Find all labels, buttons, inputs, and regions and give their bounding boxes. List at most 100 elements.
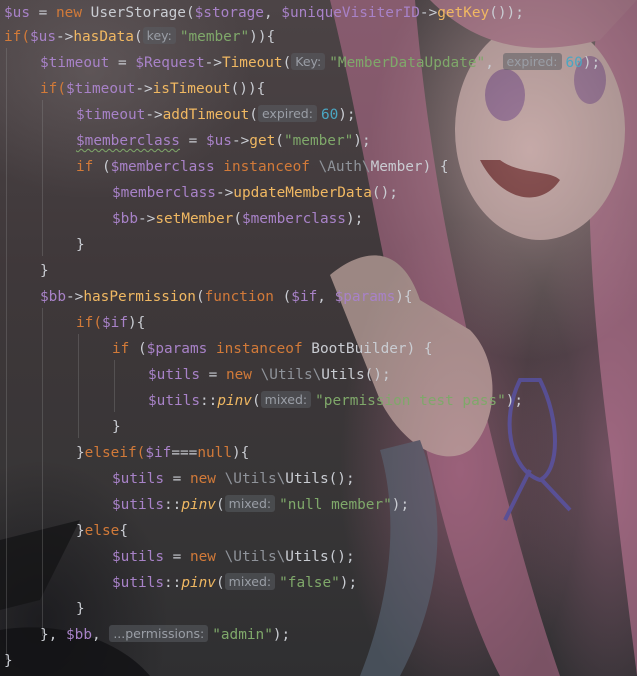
token-punct: ) { [406,341,433,357]
code-editor[interactable]: $us = new UserStorage($storage, $uniqueV… [0,0,637,676]
token-var: $Request [135,55,205,71]
token-var: $timeout [76,107,146,123]
code-line-23[interactable]: $utils::pinv(mixed: "false"); [112,570,357,596]
token-op: :: [163,575,182,591]
parameter-hint: mixed: [224,573,276,590]
token-string: "permission test pass" [315,393,506,409]
token-var: $us [4,5,30,21]
token-op: -> [138,211,156,227]
token-punct: (); [328,549,355,565]
token-punct: , [92,627,110,643]
code-line-7[interactable]: if ($memberclass instanceof \Auth\Member… [76,154,449,180]
token-string: "admin" [212,627,273,643]
token-punct: ){ [128,315,146,331]
indent-guide [78,334,79,438]
token-class: UserStorage( [82,5,195,21]
token-punct: ( [282,55,292,71]
token-punct: } [76,523,85,539]
token-class: Member [370,159,423,175]
code-line-16[interactable]: $utils::pinv(mixed: "permission test pass… [148,388,523,414]
token-punct: , [485,55,503,71]
token-function: pinv [217,393,252,409]
parameter-hint: ...permissions: [109,625,209,642]
token-punct: ); [339,575,358,591]
token-var: $if [291,289,318,305]
token-class: Utils [285,471,329,487]
token-punct: ( [215,497,225,513]
token-punct: ); [353,133,371,149]
code-line-14[interactable]: if ($params instanceof BootBuilder) { [112,336,433,362]
code-line-24[interactable]: } [76,596,85,622]
parameter-hint: expired: [257,105,317,122]
token-keyword: if( [40,81,66,97]
code-line-26[interactable]: } [4,648,13,674]
token-op: -> [66,289,84,305]
code-line-2[interactable]: if($us->hasData(key: "member")){ [4,24,275,50]
token-punct: ()){ [230,81,266,97]
indent-guide [42,100,43,256]
token-function: Timeout [221,55,283,71]
token-keyword: instanceof [214,159,319,175]
token-class: Utils [285,549,329,565]
indent-guide [6,48,7,660]
code-line-13[interactable]: if($if){ [76,310,145,336]
token-var: $bb [40,289,66,305]
token-punct: )){ [249,29,276,45]
token-punct: ()); [489,5,524,21]
token-punct: ); [345,211,364,227]
token-op: -> [419,5,438,21]
token-punct: ( [133,29,143,45]
token-var: $utils [112,549,164,565]
code-line-10[interactable]: } [76,232,85,258]
token-keyword: instanceof [207,341,312,357]
token-punct: (); [371,185,398,201]
token-punct: ); [391,497,410,513]
token-function: hasPermission [83,289,196,305]
code-line-15[interactable]: $utils = new \Utils\Utils(); [148,362,391,388]
code-line-4[interactable]: if($timeout->isTimeout()){ [40,76,265,102]
token-namespace: \Utils\ [215,549,286,565]
token-namespace: \Utils\ [215,471,286,487]
token-var: $if [102,315,128,331]
token-keyword: if( [76,315,102,331]
code-line-3[interactable]: $timeout = $Request->Timeout(Key: "Member… [40,50,600,76]
token-punct: ( [249,107,258,123]
code-line-9[interactable]: $bb->setMember($memberclass); [112,206,363,232]
code-line-11[interactable]: } [40,258,49,284]
indent-guide [114,360,115,412]
token-keyword: if [76,159,94,175]
code-line-18[interactable]: }elseif($if===null){ [76,440,249,466]
token-string: "null member" [279,497,392,513]
token-var: $bb [112,211,138,227]
code-line-25[interactable]: }, $bb, ...permissions: "admin"); [40,622,290,648]
token-punct: ( [195,289,205,305]
code-line-5[interactable]: $timeout->addTimeout(expired: 60); [76,102,356,128]
token-var: $memberclass [110,159,215,175]
code-line-12[interactable]: $bb->hasPermission(function ($if, $param… [40,284,413,310]
code-line-1[interactable]: $us = new UserStorage($storage, $uniqueV… [4,0,524,26]
token-punct: ( [129,341,147,357]
parameter-hint: mixed: [260,391,312,408]
code-line-20[interactable]: $utils::pinv(mixed: "null member"); [112,492,409,518]
token-punct: ( [251,393,261,409]
code-line-6[interactable]: $memberclass = $us->get("member"); [76,128,371,154]
token-op: -> [231,133,250,149]
token-function: setMember [155,211,234,227]
code-line-8[interactable]: $memberclass->updateMemberData(); [112,180,398,206]
code-line-19[interactable]: $utils = new \Utils\Utils(); [112,466,355,492]
token-var: $uniqueVisiterID [281,5,420,21]
token-number: 60 [565,55,583,71]
token-punct: ); [505,393,524,409]
code-line-17[interactable]: } [112,414,121,440]
token-keyword: if( [4,29,30,45]
token-op: -> [145,107,163,123]
code-line-21[interactable]: }else{ [76,518,128,544]
token-op: = [163,471,190,487]
token-op: -> [135,81,153,97]
code-line-22[interactable]: $utils = new \Utils\Utils(); [112,544,355,570]
token-function: addTimeout [162,107,250,123]
token-keyword: new [189,549,216,565]
token-op: === [171,445,198,461]
token-punct: } [76,445,85,461]
token-op: = [163,549,190,565]
